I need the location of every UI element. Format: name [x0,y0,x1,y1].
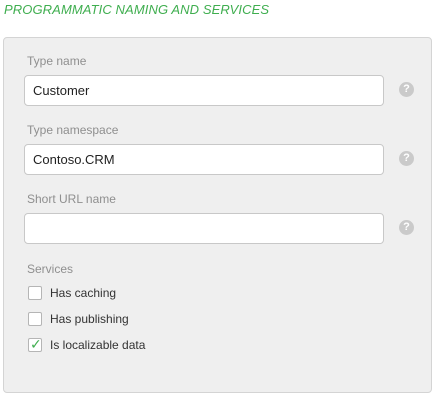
type-name-help-icon[interactable]: ? [399,82,414,97]
type-name-label: Type name [27,54,87,68]
has-publishing-checkbox[interactable] [28,312,42,326]
is-localizable-data-label: Is localizable data [50,338,146,352]
has-caching-label: Has caching [50,286,117,300]
short-url-name-help-icon[interactable]: ? [399,220,414,235]
services-label: Services [27,262,74,276]
type-name-input[interactable] [24,75,384,106]
naming-services-panel: Type name ? Type namespace ? Short URL n… [3,37,432,393]
has-publishing-label: Has publishing [50,312,129,326]
short-url-name-label: Short URL name [27,192,116,206]
checkmark-icon: ✓ [30,336,42,352]
is-localizable-data-option[interactable]: ✓ Is localizable data [28,336,145,354]
type-namespace-help-icon[interactable]: ? [399,151,414,166]
type-namespace-input[interactable] [24,144,384,175]
section-title: PROGRAMMATIC NAMING AND SERVICES [4,2,270,17]
has-publishing-option[interactable]: Has publishing [28,310,129,328]
has-caching-option[interactable]: Has caching [28,284,116,302]
is-localizable-data-checkbox[interactable]: ✓ [28,336,42,352]
type-namespace-label: Type namespace [27,123,119,137]
has-caching-checkbox[interactable] [28,286,42,300]
short-url-name-input[interactable] [24,213,384,244]
